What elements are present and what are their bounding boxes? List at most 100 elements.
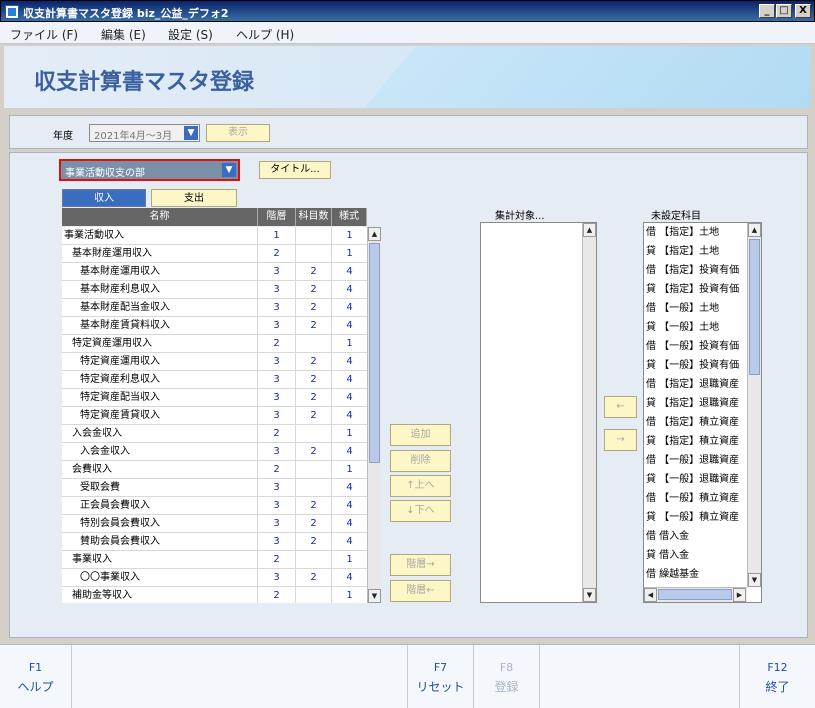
list-item[interactable]: 借 【指定】土地 [646,224,746,242]
table-row[interactable]: 受取会費 3 4 [62,479,367,497]
show-button[interactable]: 表示 [206,124,270,142]
list-item[interactable]: 貸 【一般】積立資産 [646,509,746,527]
table-row[interactable]: 入会金収入 3 2 4 [62,443,367,461]
delete-button[interactable]: 削除 [390,450,451,472]
table-row[interactable]: 補助金等収入 2 1 [62,587,367,603]
menu-edit[interactable]: 編集 (E) [101,26,146,43]
f7-reset-button[interactable]: F7 リセット [408,645,474,708]
table-row[interactable]: 特定資産利息収入 3 2 4 [62,371,367,389]
list-item[interactable]: 貸 【一般】退職資産 [646,471,746,489]
column-header-count[interactable]: 科目数 [296,208,332,226]
column-header-level[interactable]: 階層 [258,208,296,226]
move-right-button[interactable]: → [604,429,637,451]
year-select[interactable]: 2021年4月～3月 ▼ [89,124,200,142]
cell-count [296,479,332,497]
chevron-down-icon[interactable]: ▼ [222,163,236,177]
list-item[interactable]: 貸 借入金 [646,547,746,565]
minimize-button[interactable]: _ [759,4,775,18]
menu-settings[interactable]: 設定 (S) [168,26,213,43]
table-row[interactable]: 〇〇事業収入 3 2 4 [62,569,367,587]
list-item[interactable]: 借 【指定】積立資産 [646,414,746,432]
list-item[interactable]: 貸 【指定】土地 [646,243,746,261]
list-item[interactable]: 借 【一般】積立資産 [646,490,746,508]
list-item[interactable]: 貸 【指定】積立資産 [646,433,746,451]
unset-vscrollbar[interactable]: ▲ ▼ [747,223,761,587]
list-item[interactable]: 借 借入金 [646,528,746,546]
cell-style: 4 [346,374,353,385]
cell-count: 2 [296,497,332,515]
maximize-button[interactable]: □ [776,4,792,18]
list-item[interactable]: 貸 【一般】投資有価 [646,357,746,375]
aggregate-list[interactable]: ▲ ▼ [480,222,597,603]
scroll-thumb[interactable] [658,589,732,600]
level-left-button[interactable]: 階層← [390,580,451,602]
f1-help-button[interactable]: F1 ヘルプ [0,645,72,708]
table-scrollbar[interactable]: ▲ ▼ [367,227,381,603]
table-row[interactable]: 基本財産運用収入 2 1 [62,245,367,263]
table-row[interactable]: 賛助会員会費収入 3 2 4 [62,533,367,551]
scroll-up-icon[interactable]: ▲ [748,223,761,237]
unset-hscrollbar[interactable]: ◀ ▶ [644,587,747,602]
close-button[interactable]: X [795,4,811,18]
table-row[interactable]: 基本財産賃貸料収入 3 2 4 [62,317,367,335]
table-row[interactable]: 事業収入 2 1 [62,551,367,569]
table-row[interactable]: 特定資産運用収入 2 1 [62,335,367,353]
column-header-name[interactable]: 名称 [62,208,258,226]
cell-level: 3 [258,371,296,389]
add-button[interactable]: 追加 [390,424,451,446]
table-row[interactable]: 特定資産配当収入 3 2 4 [62,389,367,407]
scroll-left-icon[interactable]: ◀ [644,588,657,602]
unset-account-list[interactable]: ▲ ▼ ◀ ▶ 借 【指定】土地貸 【指定】土地借 【指定】投資有価貸 【指定】… [643,222,762,603]
list-item[interactable]: 借 【一般】退職資産 [646,452,746,470]
scroll-down-icon[interactable]: ▼ [368,589,381,603]
list-item[interactable]: 借 【指定】退職資産 [646,376,746,394]
scroll-down-icon[interactable]: ▼ [748,573,761,587]
table-row[interactable]: 入会金収入 2 1 [62,425,367,443]
function-key-empty [72,645,408,708]
cell-level: 2 [258,551,296,569]
list-item[interactable]: 借 【指定】投資有価 [646,262,746,280]
column-header-style[interactable]: 様式 [332,208,367,226]
move-left-button[interactable]: ← [604,396,637,418]
table-row[interactable]: 基本財産利息収入 3 2 4 [62,281,367,299]
table-row[interactable]: 事業活動収入 1 1 [62,227,367,245]
cell-style: 4 [346,284,353,295]
scroll-up-icon[interactable]: ▲ [583,223,596,237]
table-row[interactable]: 正会員会費収入 3 2 4 [62,497,367,515]
table-row[interactable]: 会費収入 2 1 [62,461,367,479]
table-row[interactable]: 基本財産運用収入 3 2 4 [62,263,367,281]
scroll-thumb[interactable] [749,239,760,375]
menu-file[interactable]: ファイル (F) [10,26,78,43]
aggregate-scrollbar[interactable]: ▲ ▼ [582,223,596,602]
scroll-thumb[interactable] [369,243,380,463]
cell-level: 2 [258,587,296,603]
level-right-button[interactable]: 階層→ [390,554,451,576]
aggregate-label[interactable]: 集計対象... [495,207,545,222]
chevron-down-icon[interactable]: ▼ [184,126,198,140]
list-item[interactable]: 借 【一般】投資有価 [646,338,746,356]
list-item[interactable]: 貸 【一般】土地 [646,319,746,337]
list-item[interactable]: 貸 【指定】投資有価 [646,281,746,299]
move-up-button[interactable]: ↑上へ [390,475,451,497]
table-row[interactable]: 特別会員会費収入 3 2 4 [62,515,367,533]
table-row[interactable]: 特定資産賃貸収入 3 2 4 [62,407,367,425]
f8-register-button[interactable]: F8 登録 [474,645,540,708]
tab-income[interactable]: 収入 [62,189,146,207]
cell-name: 特定資産利息収入 [62,371,258,389]
f12-exit-button[interactable]: F12 終了 [740,645,815,708]
list-item[interactable]: 借 繰越基金 [646,566,746,584]
move-down-button[interactable]: ↓下へ [390,500,451,522]
title-button[interactable]: タイトル... [259,161,331,179]
cell-level: 3 [258,299,296,317]
scroll-down-icon[interactable]: ▼ [583,588,596,602]
list-item[interactable]: 貸 【指定】退職資産 [646,395,746,413]
table-row[interactable]: 基本財産配当金収入 3 2 4 [62,299,367,317]
tab-expense[interactable]: 支出 [151,189,237,207]
scroll-up-icon[interactable]: ▲ [368,227,381,241]
list-item[interactable]: 借 【一般】土地 [646,300,746,318]
scroll-right-icon[interactable]: ▶ [733,588,746,602]
menu-help[interactable]: ヘルプ (H) [236,26,294,43]
table-row[interactable]: 特定資産運用収入 3 2 4 [62,353,367,371]
cell-count [296,551,332,569]
category-select[interactable]: 事業活動収支の部 ▼ [59,159,240,181]
